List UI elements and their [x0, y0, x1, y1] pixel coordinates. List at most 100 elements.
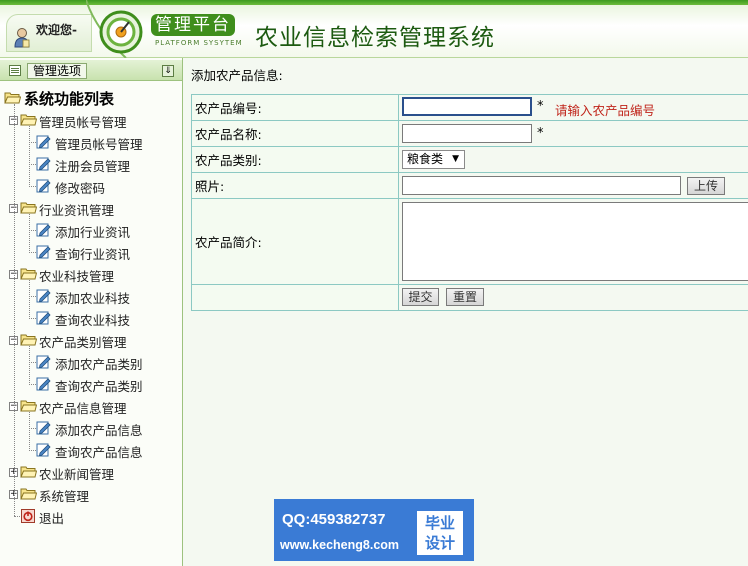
manage-options-button[interactable]: 管理选项 — [27, 63, 88, 79]
tree-connector — [29, 296, 36, 297]
required-star: * — [537, 126, 544, 141]
collapse-arrow-icon[interactable]: ⇓ — [162, 65, 174, 77]
tree-connector — [29, 126, 30, 187]
edit-page-icon — [36, 244, 51, 259]
welcome-text: 欢迎您- — [36, 23, 77, 37]
tree-connector — [29, 214, 30, 253]
tree-group-label: 农业新闻管理 — [39, 467, 115, 482]
system-title: 农业信息检索管理系统 — [255, 25, 495, 51]
tree-item-label: 添加农产品信息 — [55, 423, 143, 438]
tree-item[interactable]: 添加农产品类别 — [0, 352, 182, 372]
tree-group-label: 农产品类别管理 — [39, 335, 127, 350]
category-selected-value: 粮食类 — [407, 152, 444, 166]
tree-group-label: 农产品信息管理 — [39, 401, 127, 416]
category-cell: 粮食类 ▼ — [398, 146, 748, 173]
tree-item-label: 添加农产品类别 — [55, 357, 143, 372]
platform-badge: 管理平台 — [151, 14, 235, 36]
category-label: 农产品类别: — [191, 146, 399, 173]
dropdown-arrow-icon: ▼ — [452, 154, 459, 164]
tree-item[interactable]: 管理员帐号管理 — [0, 132, 182, 152]
open-folder-icon — [4, 92, 21, 104]
platform-subtitle: PLATFORM SYSYTEM — [155, 39, 243, 47]
watermark-badge-line2: 设计 — [424, 534, 455, 552]
reset-button[interactable]: 重置 — [446, 288, 484, 306]
upload-button[interactable]: 上传 — [687, 177, 725, 195]
tree-item-label: 查询农业科技 — [55, 313, 131, 328]
tree-root-label: 系统功能列表 — [24, 90, 115, 108]
sidebar: 管理选项 ⇓ 系统功能列表 − 管理员帐号管理 管理员帐号管理 注册会员管理 修改密码 −… — [0, 58, 183, 566]
tree-connector — [29, 412, 30, 451]
tree-item-label: 添加农业科技 — [55, 291, 131, 306]
submit-button[interactable]: 提交 — [402, 288, 439, 306]
watermark-banner: QQ:459382737 www.kecheng8.com 毕业 设计 — [274, 499, 474, 561]
product-intro-textarea[interactable] — [402, 202, 748, 281]
tree-item[interactable]: 注册会员管理 — [0, 154, 182, 174]
sidebar-header: 管理选项 ⇓ — [0, 60, 182, 81]
name-label: 农产品名称: — [191, 120, 399, 147]
tree-group-label: 系统管理 — [39, 489, 90, 504]
tree-connector — [29, 230, 36, 231]
product-form: 农产品编号: * 请输入农产品编号 农产品名称: * 农产品类别: 粮食类 ▼ — [191, 94, 748, 311]
open-folder-icon — [20, 201, 38, 214]
tree-group-1[interactable]: − 行业资讯管理 — [0, 198, 182, 218]
tree-connector — [29, 428, 36, 429]
tree-item[interactable]: 添加农业科技 — [0, 286, 182, 306]
tree-item-label: 管理员帐号管理 — [55, 137, 143, 152]
tree-group-3[interactable]: − 农产品类别管理 — [0, 330, 182, 350]
platform-logo-icon — [99, 10, 143, 54]
edit-page-icon — [36, 156, 51, 171]
tree-group-2[interactable]: − 农业科技管理 — [0, 264, 182, 284]
name-cell: * — [398, 120, 748, 147]
tree-connector — [29, 384, 36, 385]
tree-item[interactable]: 修改密码 — [0, 176, 182, 196]
category-select[interactable]: 粮食类 ▼ — [402, 150, 465, 169]
tree-group-4[interactable]: − 农产品信息管理 — [0, 396, 182, 416]
code-hint: 请输入农产品编号 — [555, 103, 656, 118]
tree-connector — [29, 252, 36, 253]
tree-spine — [14, 104, 15, 516]
photo-cell: 上传 — [398, 172, 748, 199]
watermark-url: www.kecheng8.com — [280, 538, 400, 552]
app-header: 欢迎您- 管理平台 PLATFORM SYSYTEM 农业信息检索管理系统 — [0, 0, 748, 58]
required-star: * — [537, 99, 544, 114]
edit-page-icon — [36, 442, 51, 457]
tree-item[interactable]: 查询农业科技 — [0, 308, 182, 328]
tree-connector — [29, 318, 36, 319]
tree-connector — [29, 164, 36, 165]
tree-group-5[interactable]: + 农业新闻管理 — [0, 462, 182, 482]
open-folder-icon — [20, 333, 38, 346]
logout-icon — [21, 509, 36, 524]
tree-group-label: 农业科技管理 — [39, 269, 115, 284]
product-code-input[interactable] — [402, 97, 532, 116]
photo-label: 照片: — [191, 172, 399, 199]
edit-page-icon — [36, 420, 51, 435]
code-label: 农产品编号: — [191, 94, 399, 121]
edit-page-icon — [36, 376, 51, 391]
tree-item-label: 修改密码 — [55, 181, 106, 196]
open-folder-icon — [20, 399, 38, 412]
tree-group-label: 管理员帐号管理 — [39, 115, 127, 130]
tree-item[interactable]: 查询农产品信息 — [0, 440, 182, 460]
edit-page-icon — [36, 134, 51, 149]
logout-label: 退出 — [39, 511, 65, 526]
logout-item[interactable]: 退出 — [0, 506, 182, 526]
open-folder-icon — [20, 113, 38, 126]
photo-path-input[interactable] — [402, 176, 681, 195]
tree-item[interactable]: 添加农产品信息 — [0, 418, 182, 438]
folder-icon — [20, 487, 38, 500]
tree-item[interactable]: 查询农产品类别 — [0, 374, 182, 394]
intro-label: 农产品简介: — [191, 198, 399, 285]
watermark-qq: QQ:459382737 — [282, 511, 386, 528]
edit-page-icon — [36, 354, 51, 369]
tree-item-label: 查询农产品信息 — [55, 445, 143, 460]
tree-connector — [14, 516, 20, 517]
tree-group-6[interactable]: + 系统管理 — [0, 484, 182, 504]
edit-page-icon — [36, 222, 51, 237]
page-caption: 添加农产品信息: — [191, 68, 283, 83]
tree-connector — [29, 362, 36, 363]
tree-item[interactable]: 查询行业资讯 — [0, 242, 182, 262]
tree-item[interactable]: 添加行业资讯 — [0, 220, 182, 240]
watermark-badge-line1: 毕业 — [424, 514, 455, 532]
product-name-input[interactable] — [402, 124, 532, 143]
tree-group-0[interactable]: − 管理员帐号管理 — [0, 110, 182, 130]
